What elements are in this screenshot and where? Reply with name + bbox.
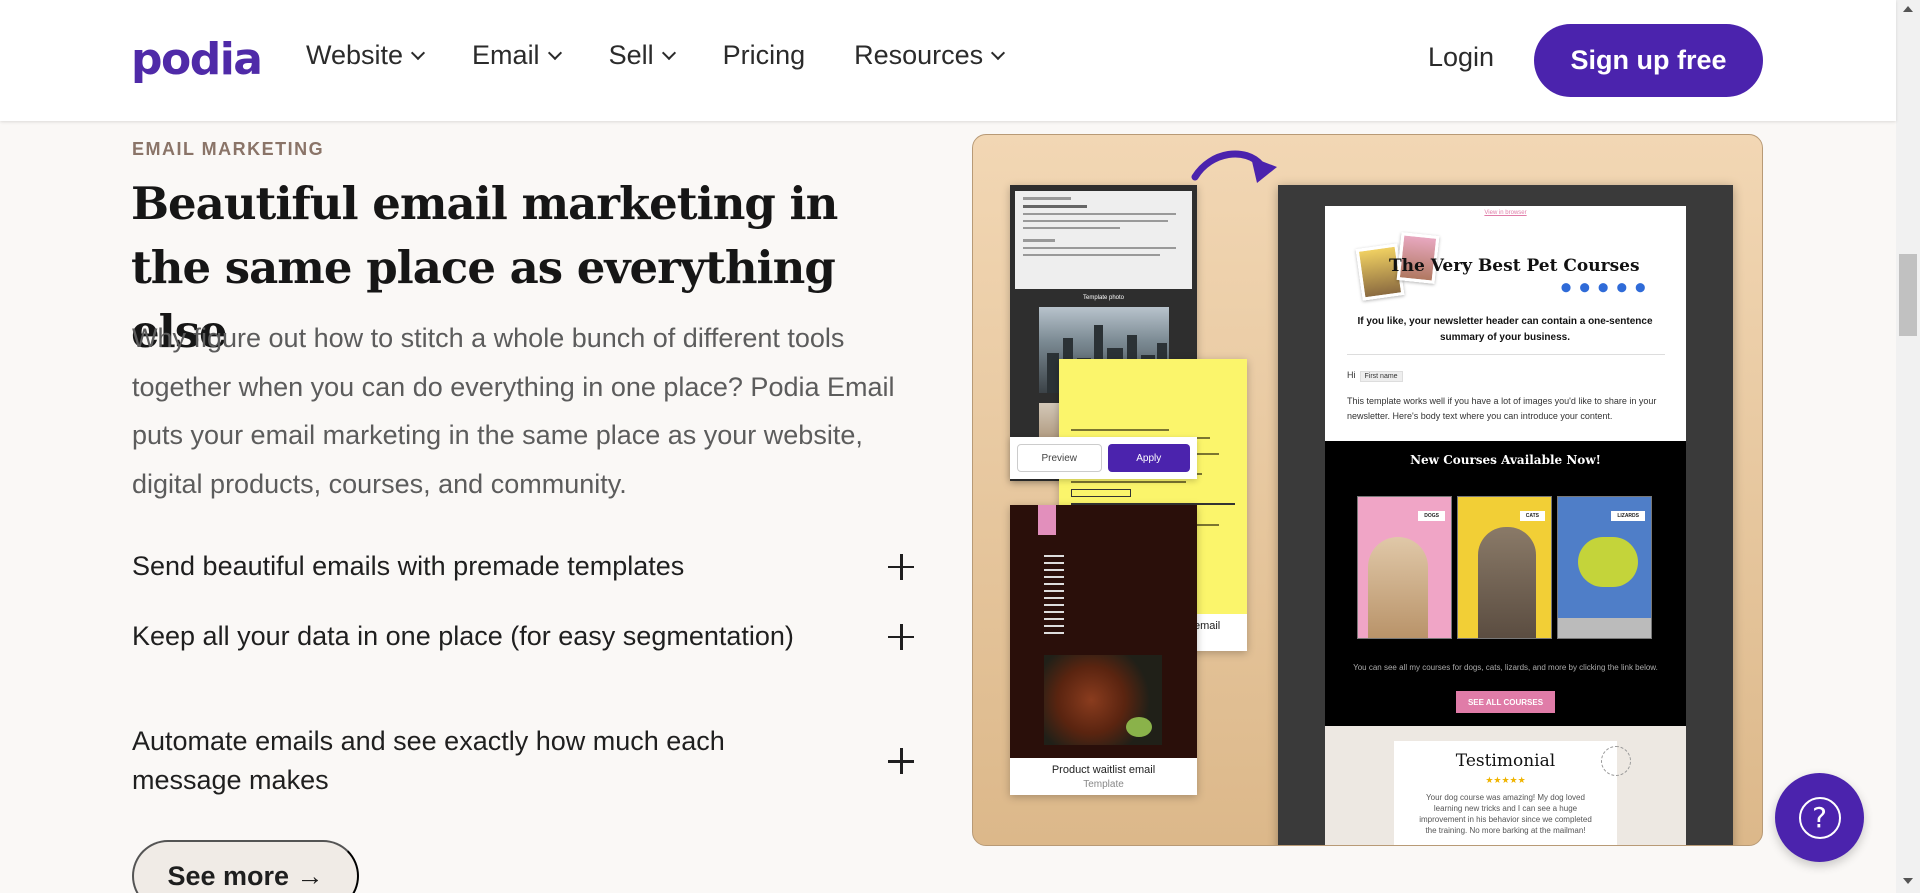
curved-arrow-icon (1191, 150, 1277, 183)
menu-item-sell[interactable]: Sell (609, 40, 676, 71)
newsletter-title: The Very Best Pet Courses (1389, 256, 1640, 276)
login-link[interactable]: Login (1428, 42, 1494, 73)
main-menu: Website Email Sell Pricing Resources (306, 40, 1052, 71)
preview-button[interactable]: Preview (1017, 444, 1102, 472)
email-templates-illustration: Template photo Add download instructions (972, 134, 1763, 846)
paw-prints-icon: ⬤ ⬤ ⬤ ⬤ ⬤ (1561, 282, 1649, 292)
chevron-down-icon (547, 45, 562, 60)
feature-label: Keep all your data in one place (for eas… (132, 621, 794, 651)
plus-icon[interactable] (888, 748, 914, 774)
greeting: Hi First name (1347, 370, 1403, 382)
chevron-down-icon (661, 45, 676, 60)
testimonial-card: Testimonial ★★★★★ Your dog course was am… (1394, 741, 1631, 845)
new-courses-heading: New Courses Available Now! (1410, 453, 1601, 467)
email-preview: View in browser The Very Best Pet Course… (1325, 206, 1686, 845)
chevron-down-icon (991, 45, 1006, 60)
view-in-browser-link: View in browser (1484, 210, 1527, 216)
courses-section: New Courses Available Now! DOGS CATS LIZ… (1325, 441, 1686, 726)
menu-item-resources[interactable]: Resources (854, 40, 1006, 71)
tile-lizards: LIZARDS (1557, 496, 1652, 639)
testimonial-section: Testimonial ★★★★★ Your dog course was am… (1325, 726, 1686, 845)
food-photo (1044, 655, 1162, 745)
chevron-down-icon (410, 45, 426, 60)
help-button[interactable]: ? (1775, 773, 1864, 862)
section-body: Why figure out how to stitch a whole bun… (132, 323, 895, 499)
feature-accordion-templates[interactable]: Send beautiful emails with premade templ… (132, 547, 922, 586)
courses-subtext: You can see all my courses for dogs, cat… (1353, 663, 1658, 672)
page-scrollbar[interactable] (1896, 0, 1920, 893)
feature-label: Automate emails and see exactly how much… (132, 726, 725, 795)
template-action-bar: Preview Apply (1010, 437, 1197, 479)
tile-dogs: DOGS (1357, 496, 1452, 639)
feature-label: Send beautiful emails with premade templ… (132, 551, 685, 581)
menu-item-pricing[interactable]: Pricing (723, 40, 806, 71)
template-caption: Product waitlist email Template (1010, 758, 1197, 795)
menu-item-email[interactable]: Email (472, 40, 562, 71)
apply-button[interactable]: Apply (1107, 444, 1190, 472)
top-navigation: podia Website Email Sell Pricing Resourc… (0, 0, 1896, 121)
template-card-waitlist: Product waitlist email Template (1010, 505, 1197, 795)
newsletter-header-text: If you like, your newsletter header can … (1357, 316, 1653, 343)
see-all-courses-button: SEE ALL COURSES (1456, 691, 1555, 713)
template-preview-top (1015, 191, 1192, 289)
tile-cats: CATS (1457, 496, 1552, 639)
section-eyebrow: EMAIL MARKETING (132, 139, 325, 159)
plus-icon[interactable] (888, 623, 914, 650)
newsletter-body: This template works well if you have a l… (1347, 396, 1657, 421)
question-icon: ? (1798, 796, 1841, 839)
name-merge-tag: First name (1359, 371, 1403, 382)
scrollbar-thumb[interactable] (1899, 254, 1917, 336)
feature-accordion-data[interactable]: Keep all your data in one place (for eas… (132, 617, 922, 656)
podia-logo[interactable]: podia (131, 34, 263, 85)
signup-button[interactable]: Sign up free (1534, 24, 1763, 97)
menu-item-website[interactable]: Website (306, 40, 426, 71)
email-preview-frame: View in browser The Very Best Pet Course… (1278, 185, 1733, 845)
scroll-up-arrow-icon[interactable] (1903, 6, 1913, 12)
see-more-button[interactable]: See more → (132, 840, 359, 893)
feature-accordion-automate[interactable]: Automate emails and see exactly how much… (132, 722, 922, 800)
template-photo-label: Template photo (1082, 295, 1125, 301)
scroll-down-arrow-icon[interactable] (1903, 878, 1913, 884)
plus-icon[interactable] (888, 553, 914, 580)
seal-icon (1601, 746, 1631, 776)
testimonial-title: Testimonial (1455, 751, 1556, 771)
star-rating: ★★★★★ (1485, 775, 1526, 785)
testimonial-quote: Your dog course was amazing! My dog love… (1419, 793, 1592, 835)
